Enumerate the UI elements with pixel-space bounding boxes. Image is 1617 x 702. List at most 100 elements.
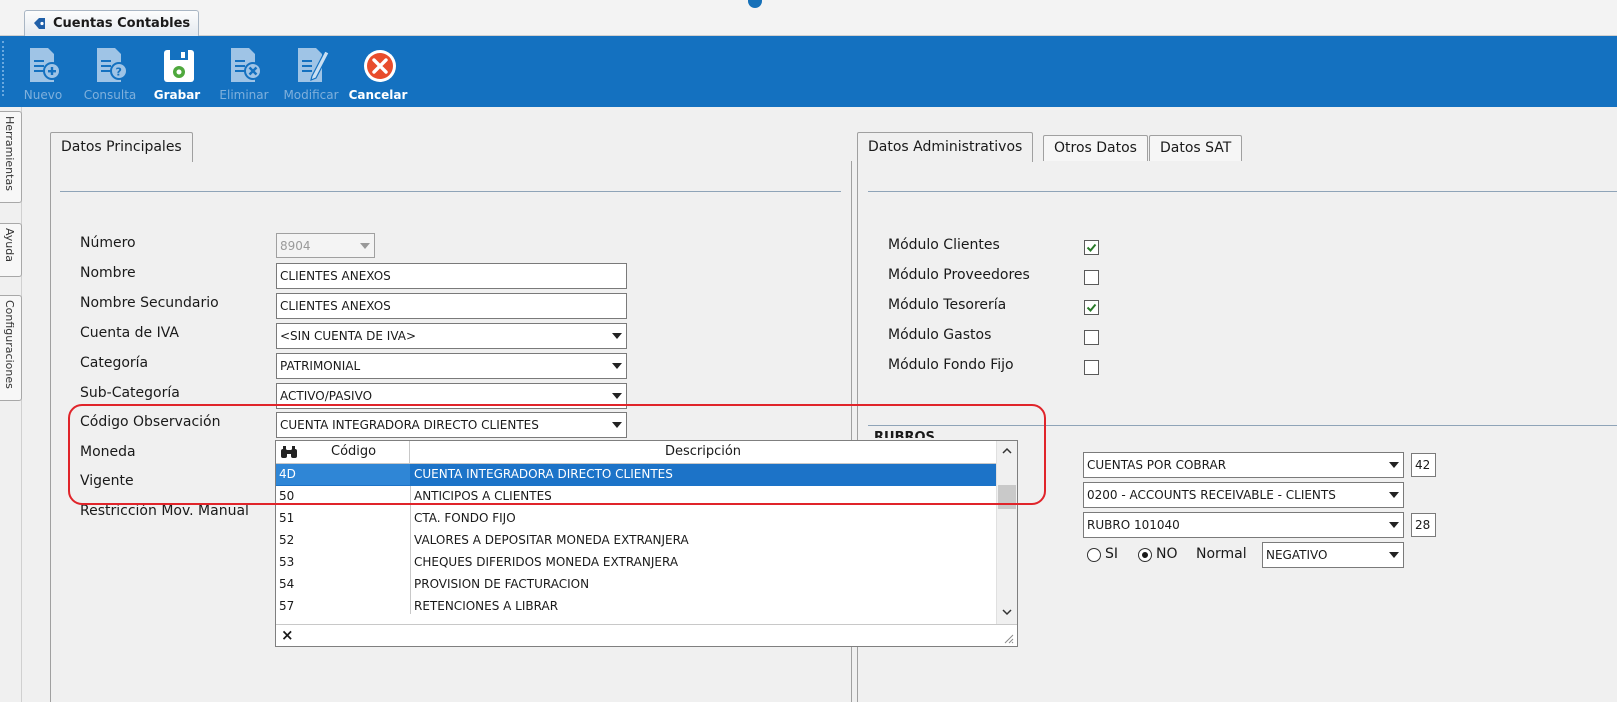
tab-datos-principales-label: Datos Principales (61, 139, 182, 155)
row-description: CTA. FONDO FIJO (414, 511, 516, 525)
row-code: 52 (279, 533, 295, 547)
document-tab[interactable]: Cuentas Contables (24, 10, 200, 36)
side-tab-ayuda[interactable]: Ayuda (0, 223, 22, 277)
rubro-1-select[interactable]: CUENTAS POR COBRAR (1083, 452, 1404, 478)
sub-categoria-value: ACTIVO/PASIVO (280, 389, 373, 403)
nombre-input[interactable]: CLIENTES ANEXOS (276, 263, 627, 289)
label-modulo-gastos: Módulo Gastos (888, 327, 992, 343)
categoria-value: PATRIMONIAL (280, 359, 361, 373)
nombre-secundario-input[interactable]: CLIENTES ANEXOS (276, 293, 627, 319)
tab-datos-sat-label: Datos SAT (1160, 140, 1232, 156)
label-nombre-secundario: Nombre Secundario (80, 295, 219, 311)
new-document-icon (30, 48, 61, 82)
rubro-1-number[interactable]: 42 (1411, 453, 1436, 477)
radio-no[interactable] (1138, 548, 1152, 562)
chevron-down-icon (360, 243, 370, 249)
checkbox-modulo-fondo-fijo[interactable] (1084, 360, 1099, 375)
edit-button[interactable]: Modificar (278, 40, 344, 104)
cancel-button[interactable]: Cancelar (345, 40, 411, 104)
close-icon[interactable]: × (281, 625, 294, 645)
chevron-down-icon (612, 333, 622, 339)
query-document-icon: ? (97, 48, 128, 82)
table-row[interactable]: 53 CHEQUES DIFERIDOS MONEDA EXTRANJERA (276, 552, 996, 574)
row-code: 51 (279, 511, 295, 525)
tab-otros-datos[interactable]: Otros Datos (1043, 135, 1148, 161)
edit-button-label: Modificar (283, 88, 339, 102)
tab-datos-administrativos-label: Datos Administrativos (868, 139, 1023, 155)
rubro-2-select[interactable]: 0200 - ACCOUNTS RECEIVABLE - CLIENTS (1083, 482, 1404, 508)
normal-value: NEGATIVO (1266, 548, 1328, 562)
document-tab-title: Cuentas Contables (53, 16, 191, 31)
side-tab-ayuda-label: Ayuda (3, 228, 16, 262)
checkmark-icon (1086, 303, 1097, 312)
checkbox-modulo-clientes[interactable] (1084, 240, 1099, 255)
tab-otros-datos-label: Otros Datos (1054, 140, 1137, 156)
cancel-button-label: Cancelar (348, 88, 408, 102)
label-modulo-proveedores: Módulo Proveedores (888, 267, 1030, 283)
row-code: 57 (279, 599, 295, 613)
cuenta-iva-select[interactable]: <SIN CUENTA DE IVA> (276, 323, 627, 349)
chevron-down-icon[interactable] (1002, 609, 1012, 616)
save-disk-icon (164, 50, 194, 82)
left-panel-left-border (50, 161, 51, 702)
tab-datos-principales[interactable]: Datos Principales (50, 132, 193, 162)
table-row[interactable]: 52 VALORES A DEPOSITAR MONEDA EXTRANJERA (276, 530, 996, 552)
toolbar-grip[interactable] (2, 41, 6, 96)
query-button[interactable]: ? Consulta (77, 40, 143, 104)
account-tag-icon (34, 18, 45, 29)
row-description: RETENCIONES A LIBRAR (414, 599, 559, 613)
chevron-down-icon (1389, 462, 1399, 468)
nombre-secundario-value: CLIENTES ANEXOS (280, 299, 391, 313)
tab-datos-sat[interactable]: Datos SAT (1149, 135, 1243, 161)
label-sub-categoria: Sub-Categoría (80, 385, 180, 401)
edit-document-icon (298, 48, 330, 82)
checkbox-modulo-proveedores[interactable] (1084, 270, 1099, 285)
radio-si[interactable] (1087, 548, 1101, 562)
chevron-down-icon (612, 363, 622, 369)
categoria-select[interactable]: PATRIMONIAL (276, 353, 627, 379)
row-description: CHEQUES DIFERIDOS MONEDA EXTRANJERA (414, 555, 679, 569)
side-tab-configuraciones[interactable]: Configuraciones (0, 295, 22, 401)
table-row[interactable]: 54 PROVISION DE FACTURACION (276, 574, 996, 596)
toolbar: Nuevo ? Consulta Grabar Eliminar Modific… (0, 36, 1617, 107)
cancel-x-icon (364, 50, 396, 82)
row-description: VALORES A DEPOSITAR MONEDA EXTRANJERA (414, 533, 689, 547)
new-button-label: Nuevo (23, 88, 63, 102)
label-modulo-tesoreria: Módulo Tesorería (888, 297, 1007, 313)
checkbox-modulo-gastos[interactable] (1084, 330, 1099, 345)
nombre-value: CLIENTES ANEXOS (280, 269, 391, 283)
checkbox-modulo-tesoreria[interactable] (1084, 300, 1099, 315)
new-button[interactable]: Nuevo (10, 40, 76, 104)
chevron-down-icon (1389, 492, 1399, 498)
resize-grip-icon[interactable] (1003, 633, 1014, 644)
label-modulo-clientes: Módulo Clientes (888, 237, 1000, 253)
rubro-3-value: RUBRO 101040 (1087, 518, 1180, 532)
rubro-2-value: 0200 - ACCOUNTS RECEIVABLE - CLIENTS (1087, 488, 1336, 502)
rubro-3-number[interactable]: 28 (1411, 513, 1436, 537)
right-panel-divider (868, 191, 1617, 192)
row-code: 53 (279, 555, 295, 569)
document-tab-strip (0, 0, 1617, 36)
label-nombre: Nombre (80, 265, 136, 281)
table-row[interactable]: 51 CTA. FONDO FIJO (276, 508, 996, 530)
row-description: PROVISION DE FACTURACION (414, 577, 590, 591)
highlight-annotation (68, 404, 1046, 505)
chevron-down-icon (1389, 522, 1399, 528)
chevron-down-icon (612, 393, 622, 399)
radio-no-label: NO (1156, 546, 1178, 562)
save-button[interactable]: Grabar (144, 40, 210, 104)
normal-select[interactable]: NEGATIVO (1262, 542, 1404, 568)
side-tab-herramientas[interactable]: Herramientas (0, 111, 22, 203)
rubro-3-select[interactable]: RUBRO 101040 (1083, 512, 1404, 538)
label-restriccion-mov-manual: Restricción Mov. Manual (80, 503, 249, 519)
label-cuenta-iva: Cuenta de IVA (80, 325, 179, 341)
delete-button[interactable]: Eliminar (211, 40, 277, 104)
numero-combo[interactable]: 8904 (276, 233, 375, 258)
checkmark-icon (1086, 243, 1097, 252)
tab-datos-administrativos[interactable]: Datos Administrativos (857, 132, 1034, 162)
dropdown-footer: × (276, 624, 1017, 646)
save-button-label: Grabar (153, 88, 201, 102)
left-panel-divider (60, 191, 841, 192)
table-row[interactable]: 57 RETENCIONES A LIBRAR (276, 596, 996, 618)
delete-document-icon (231, 48, 262, 82)
